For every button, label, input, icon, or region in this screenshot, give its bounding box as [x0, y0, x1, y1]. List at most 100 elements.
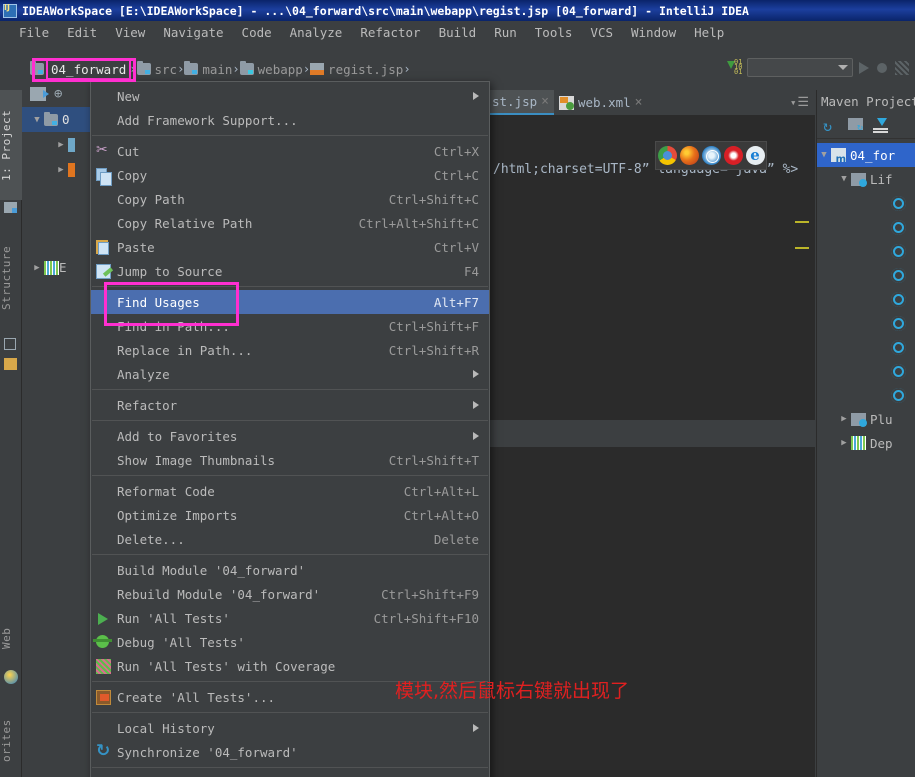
menu-item-paste[interactable]: Paste Ctrl+V: [91, 235, 489, 259]
run-icon[interactable]: [859, 61, 869, 74]
menu-item-new[interactable]: New: [91, 84, 489, 108]
firefox-icon[interactable]: [679, 146, 699, 165]
menu-item-reformat-code[interactable]: Reformat Code Ctrl+Alt+L: [91, 479, 489, 503]
maven-goal-row[interactable]: [817, 239, 915, 263]
run-with-coverage-icon[interactable]: [895, 60, 909, 75]
maven-goal-row[interactable]: [817, 359, 915, 383]
download-sources-icon[interactable]: [873, 117, 889, 134]
maven-goal-row[interactable]: [817, 335, 915, 359]
menu-item-synchronize[interactable]: Synchronize '04_forward': [91, 740, 489, 764]
maven-tree-row-plugins[interactable]: ▶ Plu: [817, 407, 915, 431]
menu-vcs[interactable]: VCS: [581, 23, 622, 42]
menu-file[interactable]: File: [10, 23, 58, 42]
menu-item-cut[interactable]: Cut Ctrl+X: [91, 139, 489, 163]
menu-help[interactable]: Help: [685, 23, 733, 42]
breadcrumb-item-file[interactable]: regist.jsp: [310, 62, 403, 77]
opera-icon[interactable]: [723, 146, 743, 165]
maven-tree-row-lifecycle[interactable]: ▼ Lif: [817, 167, 915, 191]
menu-item-label: Build Module '04_forward': [117, 562, 306, 578]
collapse-all-icon[interactable]: ⊕: [54, 86, 62, 102]
error-stripe-mark[interactable]: [795, 247, 809, 249]
debug-icon[interactable]: [875, 61, 889, 75]
sidebar-item-project[interactable]: 1: Project: [0, 90, 22, 200]
sidebar-item-favorites[interactable]: orites: [0, 705, 22, 777]
maven-goal-row[interactable]: [817, 287, 915, 311]
favorites-star-icon[interactable]: [4, 358, 18, 372]
menu-code[interactable]: Code: [233, 23, 281, 42]
maven-tree-row-module[interactable]: ▼ 04_for: [817, 143, 915, 167]
internet-explorer-icon[interactable]: e: [745, 146, 765, 165]
close-icon[interactable]: ×: [635, 95, 643, 110]
select-opened-file-icon[interactable]: [30, 87, 49, 101]
menu-item-jump-to-source[interactable]: Jump to Source F4: [91, 259, 489, 283]
sidebar-item-structure[interactable]: Structure: [0, 225, 22, 330]
menu-item-find-usages[interactable]: Find Usages Alt+F7: [91, 290, 489, 314]
close-icon[interactable]: ×: [541, 94, 549, 109]
menu-analyze[interactable]: Analyze: [281, 23, 352, 42]
maven-goal-row[interactable]: [817, 263, 915, 287]
maven-tree-row-dependencies[interactable]: ▶ Dep: [817, 431, 915, 455]
breadcrumb-item-src[interactable]: src: [136, 61, 177, 77]
chevron-right-icon[interactable]: ▶: [54, 165, 68, 175]
window-title: IDEAWorkSpace [E:\IDEAWorkSpace] - ...\0…: [22, 3, 749, 18]
menu-tools[interactable]: Tools: [526, 23, 582, 42]
maven-goal-row[interactable]: [817, 215, 915, 239]
menu-item-show-image-thumbnails[interactable]: Show Image Thumbnails Ctrl+Shift+T: [91, 448, 489, 472]
menu-item-delete[interactable]: Delete... Delete: [91, 527, 489, 551]
breadcrumb-item-main[interactable]: main: [184, 61, 232, 77]
menu-item-analyze[interactable]: Analyze: [91, 362, 489, 386]
chevron-down-icon[interactable]: ▼: [30, 115, 44, 125]
menu-item-build-module[interactable]: Build Module '04_forward': [91, 558, 489, 582]
menu-item-label: Cut: [117, 143, 140, 159]
menu-item-replace-in-path[interactable]: Replace in Path... Ctrl+Shift+R: [91, 338, 489, 362]
menu-edit[interactable]: Edit: [58, 23, 106, 42]
menu-item-local-history[interactable]: Local History: [91, 716, 489, 740]
chevron-down-icon[interactable]: [838, 65, 848, 70]
run-configuration-select[interactable]: [747, 58, 853, 77]
menu-view[interactable]: View: [106, 23, 154, 42]
breadcrumb-item-webapp[interactable]: webapp: [239, 61, 303, 77]
breadcrumb-item-module[interactable]: 04_forward: [45, 58, 132, 80]
chevron-right-icon[interactable]: ▶: [54, 140, 68, 150]
menu-build[interactable]: Build: [430, 23, 486, 42]
sidebar-item-web[interactable]: Web: [0, 610, 22, 666]
menu-item-add-framework-support[interactable]: Add Framework Support...: [91, 108, 489, 132]
menu-item-run-all-tests-with-coverage[interactable]: Run 'All Tests' with Coverage: [91, 654, 489, 678]
chevron-right-icon[interactable]: ▶: [837, 414, 851, 424]
chevron-right-icon[interactable]: ▶: [837, 438, 851, 448]
menu-item-refactor[interactable]: Refactor: [91, 393, 489, 417]
menu-item-mark-directory[interactable]: Mark Directory: [91, 771, 489, 777]
menu-item-add-to-favorites[interactable]: Add to Favorites: [91, 424, 489, 448]
menu-navigate[interactable]: Navigate: [154, 23, 232, 42]
menu-refactor[interactable]: Refactor: [351, 23, 429, 42]
menu-window[interactable]: Window: [622, 23, 685, 42]
tab-list-icon[interactable]: ▼ ☰: [791, 90, 815, 115]
menu-item-debug-all-tests[interactable]: Debug 'All Tests': [91, 630, 489, 654]
menu-run[interactable]: Run: [485, 23, 526, 42]
maven-goal-row[interactable]: [817, 311, 915, 335]
binary-download-icon[interactable]: 01 10 01: [727, 59, 742, 76]
safari-icon[interactable]: [701, 146, 721, 165]
menu-item-rebuild-module[interactable]: Rebuild Module '04_forward' Ctrl+Shift+F…: [91, 582, 489, 606]
menu-item-label: Paste: [117, 239, 155, 255]
maven-goal-row[interactable]: [817, 191, 915, 215]
chevron-down-icon[interactable]: ▼: [837, 174, 851, 184]
menu-item-copy-path[interactable]: Copy Path Ctrl+Shift+C: [91, 187, 489, 211]
tab-regist-jsp[interactable]: st.jsp ×: [487, 90, 554, 115]
tab-web-xml[interactable]: web.xml ×: [554, 90, 648, 115]
gear-icon: [891, 291, 906, 307]
maven-goal-row[interactable]: [817, 383, 915, 407]
error-stripe-mark[interactable]: [795, 221, 809, 223]
menu-item-copy-relative-path[interactable]: Copy Relative Path Ctrl+Alt+Shift+C: [91, 211, 489, 235]
menu-item-find-in-path[interactable]: Find in Path... Ctrl+Shift+F: [91, 314, 489, 338]
chevron-down-icon[interactable]: ▼: [817, 150, 831, 160]
menu-item-run-all-tests[interactable]: Run 'All Tests' Ctrl+Shift+F10: [91, 606, 489, 630]
breadcrumb-separator: ›: [129, 62, 137, 76]
generate-sources-icon[interactable]: ↻: [848, 117, 864, 134]
menu-item-optimize-imports[interactable]: Optimize Imports Ctrl+Alt+O: [91, 503, 489, 527]
menu-item-copy[interactable]: Copy Ctrl+C: [91, 163, 489, 187]
chevron-right-icon[interactable]: ▶: [30, 263, 44, 273]
tree-row-label: 0: [62, 112, 70, 127]
chrome-icon[interactable]: [657, 146, 677, 165]
reimport-icon[interactable]: ↻: [823, 118, 839, 134]
